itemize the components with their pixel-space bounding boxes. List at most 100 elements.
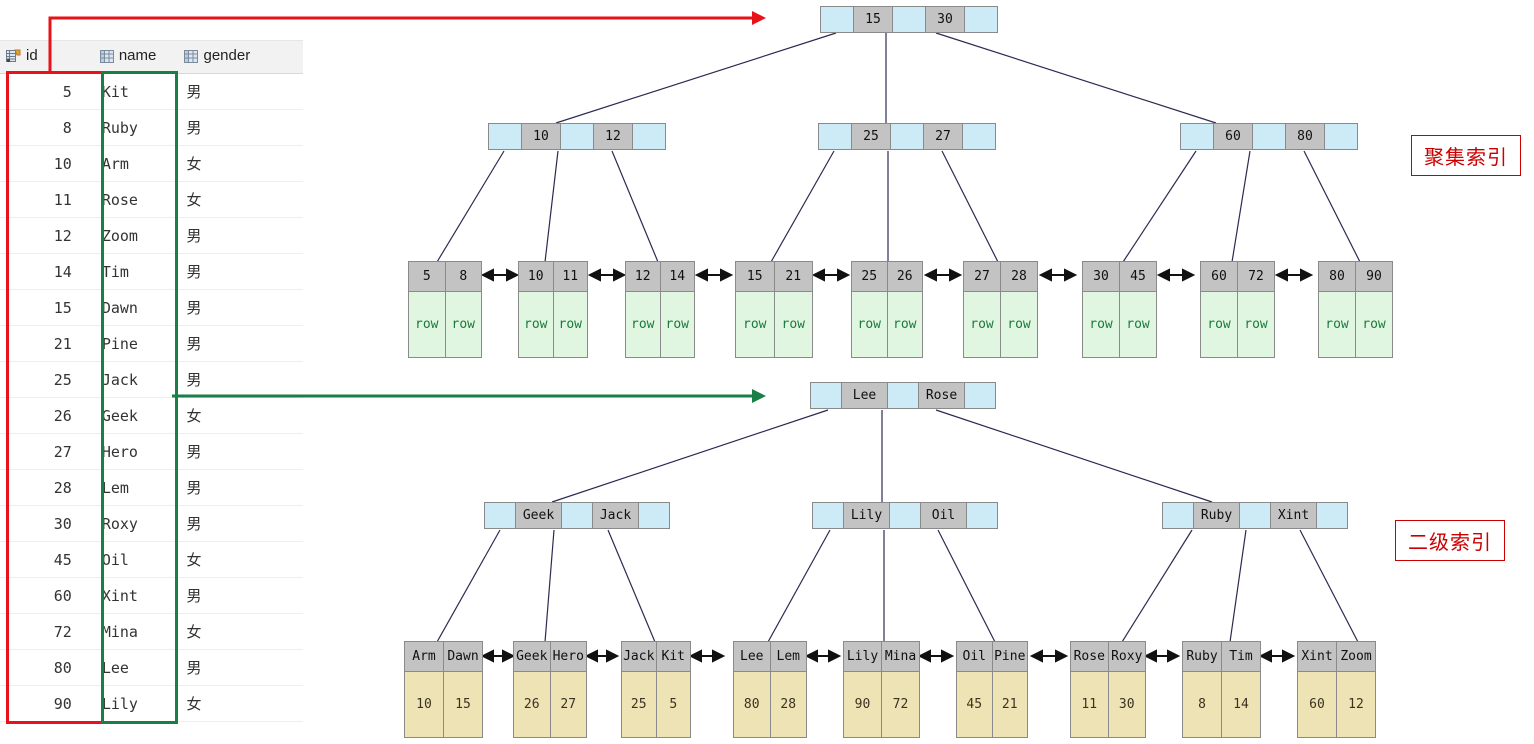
clustered-leaf-2-value-1: row xyxy=(659,292,695,357)
clustered-leaf-4-value-1: row xyxy=(886,292,923,357)
secondary-leaf-3-key-row: Lee Lem xyxy=(734,642,806,672)
clustered-leaf-node-7[interactable]: 60 72 row row xyxy=(1200,261,1275,358)
clustered-leaf-node-4[interactable]: 25 26 row row xyxy=(851,261,923,358)
secondary-internal-2-pointer-0 xyxy=(1163,503,1194,528)
clustered-leaf-3-key-row: 15 21 xyxy=(736,262,812,292)
secondary-leaf-6-key-0: Rose xyxy=(1073,649,1105,664)
secondary-internal-0-pointer-0 xyxy=(485,503,516,528)
clustered-leaf-0-key-row: 58 xyxy=(409,262,481,292)
secondary-leaf-3-key-0: Lee xyxy=(740,649,764,664)
clustered-leaf-0-key-1: 8 xyxy=(444,262,482,291)
secondary-leaf-node-4[interactable]: Lily Mina 90 72 xyxy=(843,641,920,738)
secondary-internal-0-pointer-2 xyxy=(639,503,669,528)
clustered-internal-1-key-1: 27 xyxy=(924,124,963,149)
clustered-leaf-node-1[interactable]: 10 11 row row xyxy=(518,261,588,358)
secondary-leaf-8-value-row: 60 12 xyxy=(1298,672,1375,737)
secondary-internal-node-1[interactable]: Lily Oil xyxy=(812,502,998,529)
secondary-leaf-7-value-1: 14 xyxy=(1221,672,1260,737)
clustered-leaf-2-value-row: row row xyxy=(626,292,694,357)
secondary-leaf-node-7[interactable]: Ruby Tim 8 14 xyxy=(1182,641,1261,738)
clustered-leaf-3-value-0: row xyxy=(743,317,767,332)
secondary-internal-2-key-1: Xint xyxy=(1271,503,1317,528)
clustered-internal-2-pointer-2 xyxy=(1325,124,1357,149)
secondary-leaf-4-value-row: 90 72 xyxy=(844,672,919,737)
clustered-internal-2-pointer-0 xyxy=(1181,124,1214,149)
secondary-leaf-node-3[interactable]: Lee Lem 80 28 xyxy=(733,641,807,738)
secondary-leaf-7-key-0: Ruby xyxy=(1186,649,1218,664)
clustered-leaf-2-value-0: row xyxy=(631,317,655,332)
clustered-leaf-node-0[interactable]: 5 8 row row xyxy=(408,261,482,358)
secondary-leaf-0-key-0: Arm xyxy=(412,649,436,664)
btree-diagram: 15 30 10 12 25 27 60 80 5 8 row row 10 11 row row … xyxy=(0,0,1534,744)
secondary-leaf-0-value-1: 15 xyxy=(443,672,482,737)
clustered-leaf-4-key-0: 25 xyxy=(861,269,878,284)
secondary-root-pointer-2 xyxy=(965,383,995,408)
clustered-leaf-5-key-0: 27 xyxy=(974,269,990,284)
secondary-leaf-3-key-1: Lem xyxy=(769,642,807,671)
secondary-leaf-6-key-1: Roxy xyxy=(1107,642,1146,671)
clustered-index-caption: 聚集索引 xyxy=(1411,135,1521,176)
clustered-leaf-6-value-row: row row xyxy=(1083,292,1156,357)
clustered-root-pointer-1 xyxy=(893,7,926,32)
clustered-root-node[interactable]: 15 30 xyxy=(820,6,998,33)
secondary-leaf-2-key-0: Jack xyxy=(623,649,655,664)
secondary-leaf-node-6[interactable]: Rose Roxy 11 30 xyxy=(1070,641,1146,738)
secondary-leaf-5-value-1: 21 xyxy=(991,672,1028,737)
secondary-internal-node-0[interactable]: Geek Jack xyxy=(484,502,670,529)
clustered-internal-node-0[interactable]: 10 12 xyxy=(488,123,666,150)
clustered-leaf-4-key-row: 25 26 xyxy=(852,262,922,292)
clustered-leaf-7-value-row: row row xyxy=(1201,292,1274,357)
clustered-internal-node-2[interactable]: 60 80 xyxy=(1180,123,1358,150)
clustered-leaf-8-value-1: row xyxy=(1355,292,1392,357)
clustered-internal-node-1[interactable]: 25 27 xyxy=(818,123,996,150)
clustered-internal-0-pointer-0 xyxy=(489,124,522,149)
tree-edges xyxy=(436,32,1361,663)
secondary-leaf-1-key-1: Hero xyxy=(549,642,587,671)
clustered-leaf-node-2[interactable]: 12 14 row row xyxy=(625,261,695,358)
secondary-leaf-5-value-0: 45 xyxy=(966,697,983,712)
clustered-leaf-1-value-0: row xyxy=(524,317,548,332)
secondary-internal-2-pointer-1 xyxy=(1240,503,1271,528)
secondary-leaf-node-2[interactable]: Jack Kit 25 5 xyxy=(621,641,691,738)
secondary-internal-node-2[interactable]: Ruby Xint xyxy=(1162,502,1348,529)
secondary-internal-0-pointer-1 xyxy=(562,503,593,528)
clustered-leaf-node-8[interactable]: 80 90 row row xyxy=(1318,261,1393,358)
secondary-leaf-8-key-1: Zoom xyxy=(1336,642,1375,671)
secondary-leaf-6-key-row: Rose Roxy xyxy=(1071,642,1145,672)
secondary-internal-1-pointer-0 xyxy=(813,503,844,528)
secondary-leaf-1-value-0: 26 xyxy=(523,697,540,712)
secondary-leaf-0-value-0: 10 xyxy=(416,697,432,712)
secondary-leaf-node-0[interactable]: Arm Dawn 10 15 xyxy=(404,641,483,738)
secondary-leaf-2-key-row: Jack Kit xyxy=(622,642,690,672)
secondary-leaf-2-value-row: 25 5 xyxy=(622,672,690,737)
clustered-leaf-1-key-0: 10 xyxy=(527,269,544,284)
secondary-leaf-2-value-1: 5 xyxy=(655,672,691,737)
clustered-leaf-3-value-1: row xyxy=(773,292,813,357)
secondary-root-key-0: Lee xyxy=(842,383,888,408)
clustered-internal-0-key-0: 10 xyxy=(522,124,561,149)
secondary-root-node[interactable]: Lee Rose xyxy=(810,382,996,409)
secondary-leaf-5-value-row: 45 21 xyxy=(957,672,1027,737)
secondary-leaf-node-8[interactable]: Xint Zoom 60 12 xyxy=(1297,641,1376,738)
clustered-leaf-8-value-0: row xyxy=(1325,317,1349,332)
secondary-internal-0-key-0: Geek xyxy=(516,503,562,528)
secondary-index-caption: 二级索引 xyxy=(1395,520,1505,561)
secondary-leaf-5-key-0: Oil xyxy=(962,649,986,664)
clustered-leaf-8-value-row: row row xyxy=(1319,292,1392,357)
secondary-leaf-node-5[interactable]: Oil Pine 45 21 xyxy=(956,641,1028,738)
clustered-internal-2-key-0: 60 xyxy=(1214,124,1253,149)
clustered-leaf-6-key-row: 30 45 xyxy=(1083,262,1156,292)
secondary-leaf-4-key-0: Lily xyxy=(846,649,879,664)
clustered-internal-0-pointer-2 xyxy=(633,124,665,149)
clustered-leaf-5-key-1: 28 xyxy=(1000,262,1037,291)
clustered-leaf-node-3[interactable]: 15 21 row row xyxy=(735,261,813,358)
secondary-internal-0-key-1: Jack xyxy=(593,503,639,528)
secondary-leaf-node-1[interactable]: Geek Hero 26 27 xyxy=(513,641,587,738)
clustered-leaf-1-value-1: row xyxy=(552,292,588,357)
clustered-leaf-node-5[interactable]: 27 28 row row xyxy=(963,261,1038,358)
clustered-leaf-node-6[interactable]: 30 45 row row xyxy=(1082,261,1157,358)
secondary-leaf-4-value-1: 72 xyxy=(881,672,919,737)
clustered-leaf-5-key-row: 27 28 xyxy=(964,262,1037,292)
secondary-leaf-7-key-1: Tim xyxy=(1221,642,1260,671)
secondary-leaf-3-value-0: 80 xyxy=(743,697,760,712)
